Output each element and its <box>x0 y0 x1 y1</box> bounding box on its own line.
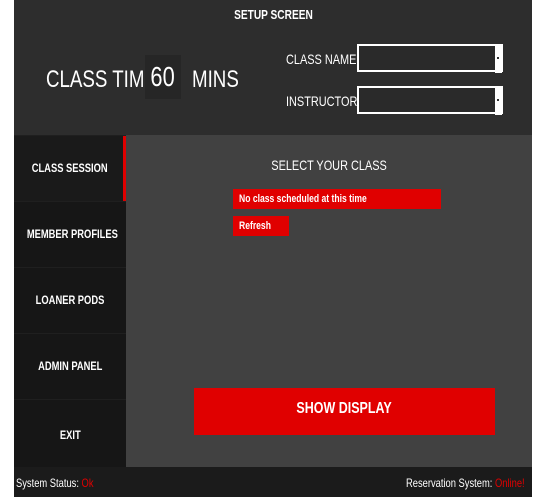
sidebar-item-label: EXIT <box>59 428 81 442</box>
class-name-dropdown[interactable] <box>357 44 503 73</box>
sidebar-item-member-profiles[interactable]: MEMBER PROFILES <box>14 201 126 268</box>
sidebar-item-label: ADMIN PANEL <box>37 359 103 373</box>
reservation-status-label: Reservation System: <box>406 476 493 490</box>
page-title: SETUP SCREEN <box>14 7 532 22</box>
app-window: SETUP SCREEN CLASS TIME: 60 MINS CLASS N… <box>14 0 532 497</box>
select-class-heading: SELECT YOUR CLASS <box>126 157 532 173</box>
sidebar-item-label: CLASS SESSION <box>32 161 108 175</box>
show-display-button-label: SHOW DISPLAY <box>296 400 393 417</box>
instructor-label-text: INSTRUCTOR: <box>286 93 361 109</box>
show-display-button[interactable]: SHOW DISPLAY <box>194 388 495 435</box>
instructor-dropdown[interactable] <box>357 86 503 115</box>
class-name-label-text: CLASS NAME: <box>286 51 360 67</box>
no-class-message: No class scheduled at this time <box>233 189 441 209</box>
sidebar-item-label: LOANER PODS <box>35 293 105 307</box>
class-time-unit-text: MINS <box>192 66 239 93</box>
sidebar: CLASS SESSION MEMBER PROFILES LOANER POD… <box>14 135 126 467</box>
no-class-message-text: No class scheduled at this time <box>239 193 367 205</box>
sidebar-item-label: MEMBER PROFILES <box>26 227 118 241</box>
chevron-down-icon[interactable] <box>495 87 502 115</box>
select-class-heading-text: SELECT YOUR CLASS <box>271 157 387 173</box>
system-status: System Status: Ok <box>16 476 115 490</box>
class-time-unit: MINS <box>192 66 252 94</box>
system-status-label: System Status: <box>16 476 79 490</box>
class-time-input[interactable]: 60 <box>145 55 181 99</box>
reservation-status-value: Online! <box>494 476 525 490</box>
sidebar-item-exit[interactable]: EXIT <box>14 399 126 468</box>
status-bar: System Status: Ok Reservation System: On… <box>14 467 532 497</box>
main-panel: SELECT YOUR CLASS No class scheduled at … <box>126 135 532 467</box>
header: SETUP SCREEN CLASS TIME: 60 MINS CLASS N… <box>14 0 532 135</box>
sidebar-item-admin-panel[interactable]: ADMIN PANEL <box>14 333 126 400</box>
sidebar-item-loaner-pods[interactable]: LOANER PODS <box>14 267 126 334</box>
system-status-value: Ok <box>81 476 94 490</box>
reservation-status: Reservation System: Online! <box>406 476 546 490</box>
refresh-button[interactable]: Refresh <box>233 216 289 236</box>
page-title-text: SETUP SCREEN <box>233 7 313 22</box>
chevron-down-icon[interactable] <box>495 45 502 73</box>
class-time-value: 60 <box>150 61 176 92</box>
refresh-button-label: Refresh <box>239 220 271 232</box>
sidebar-item-class-session[interactable]: CLASS SESSION <box>14 135 126 202</box>
